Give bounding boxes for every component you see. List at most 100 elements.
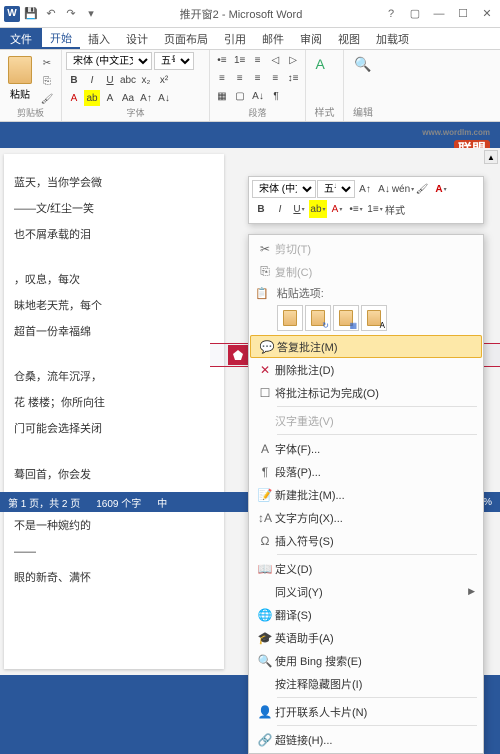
help-icon[interactable]: ? <box>382 5 400 23</box>
styles-icon: A <box>316 56 334 74</box>
numbering-button[interactable]: 1≡ <box>232 52 248 68</box>
menu-new-comment[interactable]: 📝新建批注(M)... <box>249 483 483 506</box>
mini-shrink-button[interactable]: A↓ <box>375 180 393 198</box>
save-icon[interactable]: 💾 <box>22 5 40 23</box>
scroll-up-button[interactable]: ▲ <box>484 150 498 164</box>
close-icon[interactable]: ✕ <box>478 5 496 23</box>
tab-mailings[interactable]: 邮件 <box>254 28 292 49</box>
highlight-button[interactable]: ab <box>84 90 100 106</box>
superscript-button[interactable]: x² <box>156 72 172 88</box>
borders-button[interactable]: ▢ <box>232 88 248 104</box>
ribbon-options-icon[interactable]: ▢ <box>406 5 424 23</box>
paste-options-header: 📋粘贴选项: <box>249 283 483 303</box>
show-marks-button[interactable]: ¶ <box>268 88 284 104</box>
mini-highlight-button[interactable]: ab <box>309 200 327 218</box>
copy-icon[interactable]: ⎘ <box>40 74 54 88</box>
decrease-indent-button[interactable]: ◁ <box>267 52 283 68</box>
tab-references[interactable]: 引用 <box>216 28 254 49</box>
sort-button[interactable]: A↓ <box>250 88 266 104</box>
tab-home[interactable]: 开始 <box>42 28 80 49</box>
paste-keep-source[interactable] <box>277 305 303 331</box>
menu-synonym[interactable]: 同义词(Y)▶ <box>249 580 483 603</box>
language-indicator[interactable]: 中 <box>157 495 167 510</box>
text-effects-button[interactable]: A <box>102 90 118 106</box>
increase-indent-button[interactable]: ▷ <box>285 52 301 68</box>
font-color-button[interactable]: A <box>66 90 82 106</box>
align-center-button[interactable]: ≡ <box>232 70 248 86</box>
mini-underline-button[interactable]: U <box>290 200 308 218</box>
menu-delete-comment[interactable]: ✕删除批注(D) <box>249 358 483 381</box>
tab-review[interactable]: 审阅 <box>292 28 330 49</box>
document-page[interactable]: 蓝天，当你学会微 ——文/红尘一笑 也不屑承载的泪 ，叹息，每次 昧地老天荒，每… <box>4 154 224 669</box>
tab-view[interactable]: 视图 <box>330 28 368 49</box>
align-right-button[interactable]: ≡ <box>250 70 266 86</box>
paste-picture[interactable]: ▦ <box>333 305 359 331</box>
align-left-button[interactable]: ≡ <box>214 70 230 86</box>
grow-font-button[interactable]: A↑ <box>138 90 154 106</box>
justify-button[interactable]: ≡ <box>267 70 283 86</box>
line-spacing-button[interactable]: ↕≡ <box>285 70 301 86</box>
menu-font[interactable]: A字体(F)... <box>249 437 483 460</box>
bold-button[interactable]: B <box>66 72 82 88</box>
menu-bing-search[interactable]: 🔍使用 Bing 搜索(E) <box>249 649 483 672</box>
tab-layout[interactable]: 页面布局 <box>156 28 216 49</box>
paste-text-only[interactable]: A <box>361 305 387 331</box>
font-size-select[interactable]: 五号 <box>154 52 194 70</box>
redo-icon[interactable]: ↷ <box>62 5 80 23</box>
mini-font-select[interactable]: 宋体 (中文 <box>252 180 316 198</box>
mini-asian-button[interactable]: wén <box>394 180 412 198</box>
paste-merge[interactable]: ↻ <box>305 305 331 331</box>
comment-avatar[interactable] <box>228 345 248 365</box>
menu-insert-symbol[interactable]: Ω插入符号(S) <box>249 529 483 552</box>
mini-effects-button[interactable]: A <box>432 180 450 198</box>
menu-hidden-picture[interactable]: 按注释隐藏图片(I) <box>249 672 483 695</box>
shading-button[interactable]: ▦ <box>214 88 230 104</box>
mini-bold-button[interactable]: B <box>252 200 270 218</box>
mini-grow-button[interactable]: A↑ <box>356 180 374 198</box>
tab-design[interactable]: 设计 <box>118 28 156 49</box>
mini-numbering-button[interactable]: 1≡ <box>366 200 384 218</box>
minimize-icon[interactable]: — <box>430 5 448 23</box>
strikethrough-button[interactable]: abc <box>120 72 136 88</box>
clipboard-icon <box>8 56 32 84</box>
cut-icon[interactable]: ✂ <box>40 56 54 70</box>
menu-english-helper[interactable]: 🎓英语助手(A) <box>249 626 483 649</box>
menu-hyperlink[interactable]: 🔗超链接(H)... <box>249 728 483 751</box>
multilevel-button[interactable]: ≡ <box>250 52 266 68</box>
editing-button[interactable]: 🔍 编辑 <box>348 52 378 80</box>
doc-text: 眼的新奇、满怀 <box>14 569 214 589</box>
menu-paragraph[interactable]: ¶段落(P)... <box>249 460 483 483</box>
tab-insert[interactable]: 插入 <box>80 28 118 49</box>
mini-bullets-button[interactable]: •≡ <box>347 200 365 218</box>
undo-icon[interactable]: ↶ <box>42 5 60 23</box>
menu-contact-card[interactable]: 👤打开联系人卡片(N) <box>249 700 483 723</box>
helper-icon: 🎓 <box>255 631 275 645</box>
menu-reply-comment[interactable]: 💬答复批注(M) <box>250 335 482 358</box>
styles-button[interactable]: A 样式 <box>310 52 339 80</box>
menu-define[interactable]: 📖定义(D) <box>249 557 483 580</box>
underline-button[interactable]: U <box>102 72 118 88</box>
page-indicator[interactable]: 第 1 页，共 2 页 <box>8 495 80 510</box>
paste-button[interactable]: 粘贴 <box>4 52 36 106</box>
mini-size-select[interactable]: 五号 <box>317 180 355 198</box>
asian-layout-button[interactable]: Aa <box>120 90 136 106</box>
tab-file[interactable]: 文件 <box>0 28 42 49</box>
tab-addins[interactable]: 加载项 <box>368 28 417 49</box>
mini-italic-button[interactable]: I <box>271 200 289 218</box>
format-painter-icon[interactable]: 🖌 <box>40 92 54 106</box>
word-count[interactable]: 1609 个字 <box>96 495 141 510</box>
shrink-font-button[interactable]: A↓ <box>156 90 172 106</box>
menu-text-direction[interactable]: ↕A文字方向(X)... <box>249 506 483 529</box>
maximize-icon[interactable]: ☐ <box>454 5 472 23</box>
menu-mark-done[interactable]: ☐将批注标记为完成(O) <box>249 381 483 404</box>
doc-text: 花 楼楼；你所向往 <box>14 394 214 414</box>
subscript-button[interactable]: x₂ <box>138 72 154 88</box>
font-name-select[interactable]: 宋体 (中文正文) <box>66 52 152 70</box>
mini-styles-button[interactable]: 样式 <box>385 200 405 218</box>
mini-painter-button[interactable]: 🖌 <box>413 180 431 198</box>
bullets-button[interactable]: •≡ <box>214 52 230 68</box>
mini-font-color-button[interactable]: A <box>328 200 346 218</box>
menu-translate[interactable]: 🌐翻译(S) <box>249 603 483 626</box>
italic-button[interactable]: I <box>84 72 100 88</box>
qat-dropdown-icon[interactable]: ▾ <box>82 5 100 23</box>
